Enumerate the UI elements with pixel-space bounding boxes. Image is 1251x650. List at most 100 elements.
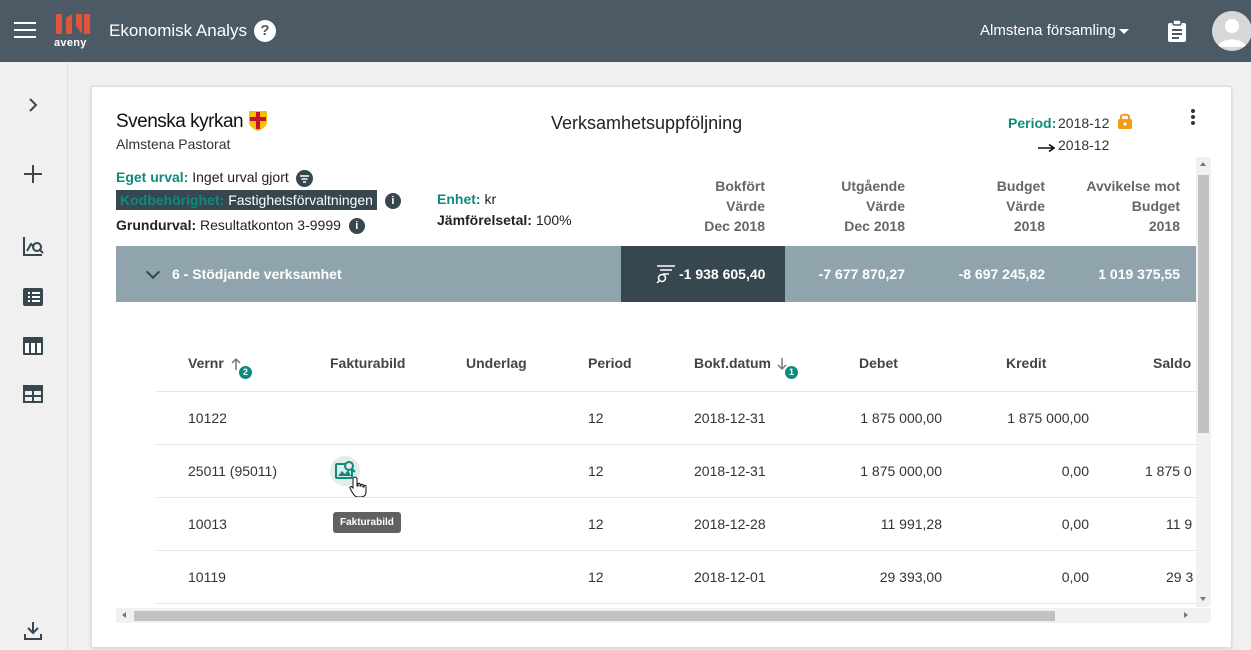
list-button[interactable] [18, 282, 48, 312]
header-line: Avvikelse mot [1086, 178, 1180, 194]
list-icon [23, 288, 43, 306]
cell-vernr[interactable]: 10122 [188, 410, 227, 426]
row-divider [156, 391, 1196, 392]
header-line: Budget [996, 178, 1045, 194]
header-bokfdatum[interactable]: Bokf.datum [694, 355, 771, 371]
group-bokfort-value: -1 938 605,40 [679, 266, 766, 282]
filter-search-icon [656, 265, 675, 284]
plus-icon [24, 165, 42, 183]
header-line: 2018 [1148, 218, 1180, 234]
lock-icon[interactable] [1118, 112, 1132, 129]
header-line: Dec 2018 [844, 218, 905, 234]
eget-urval-label: Eget urval: [116, 169, 189, 185]
clipboard-icon[interactable] [1167, 20, 1187, 42]
header-vernr[interactable]: Vernr [188, 355, 224, 371]
report-card: Svenska kyrkan Almstena Pastorat Verksam… [91, 86, 1232, 648]
sub-organization: Almstena Pastorat [116, 136, 231, 152]
enhet-value: kr [484, 191, 497, 207]
hand-cursor-icon [349, 476, 367, 498]
church-emblem-icon [249, 111, 267, 131]
grundurval-value: Resultatkonton 3-9999 [200, 217, 341, 233]
cell-debet: 29 393,00 [879, 569, 942, 585]
table-button[interactable] [18, 331, 48, 361]
group-budget-value: -8 697 245,82 [958, 266, 1045, 282]
header-debet[interactable]: Debet [859, 355, 898, 371]
header-line: Värde [866, 198, 905, 214]
eget-urval: Eget urval: Inget urval gjort [116, 169, 313, 187]
more-options-icon[interactable] [1191, 109, 1195, 125]
grundurval: Grundurval: Resultatkonton 3-9999 i [116, 217, 365, 235]
kodbehorighet-value: Fastighetsförvaltningen [228, 190, 377, 210]
help-icon[interactable]: ? [254, 20, 276, 42]
arrow-right-icon [1038, 144, 1056, 152]
group-avvikelse-value: 1 019 375,55 [1098, 266, 1180, 282]
cell-vernr[interactable]: 10119 [188, 569, 226, 585]
header-fakturabild[interactable]: Fakturabild [330, 355, 405, 371]
period-from: 2018-12 [1058, 115, 1110, 131]
logo-text: aveny [54, 37, 87, 49]
add-button[interactable] [18, 159, 48, 189]
grid-table-icon [23, 385, 43, 403]
sort-order-badge: 1 [785, 366, 798, 379]
header-underlag[interactable]: Underlag [466, 355, 527, 371]
enhet: Enhet: kr [437, 191, 496, 207]
row-divider [156, 497, 1196, 498]
vertical-scroll-thumb[interactable] [1198, 175, 1209, 433]
vertical-scrollbar[interactable] [1196, 157, 1211, 607]
group-bokfort-cell[interactable]: -1 938 605,40 [621, 246, 785, 302]
scroll-up-icon[interactable] [1200, 162, 1206, 166]
cell-vernr[interactable]: 10013 [188, 516, 227, 532]
expand-rail-button[interactable] [18, 90, 48, 120]
header-kredit[interactable]: Kredit [1006, 355, 1046, 371]
info-icon[interactable]: i [384, 193, 401, 210]
cell-saldo: 29 3 [1166, 569, 1194, 585]
header-period[interactable]: Period [588, 355, 632, 371]
header-line: Värde [726, 198, 765, 214]
sort-order-badge: 2 [239, 366, 252, 379]
cell-datum: 2018-12-31 [694, 463, 766, 479]
table-icon [23, 337, 43, 355]
avatar[interactable] [1212, 11, 1251, 51]
column-header-budget[interactable]: Budget Värde 2018 [945, 176, 1045, 236]
header-saldo[interactable]: Saldo [1153, 355, 1191, 371]
analytics-icon [23, 237, 44, 256]
cell-period: 12 [588, 410, 604, 426]
chevron-right-icon [29, 98, 38, 112]
scroll-right-icon[interactable] [1184, 612, 1188, 618]
menu-icon[interactable] [14, 22, 36, 40]
cell-period: 12 [588, 569, 604, 585]
top-app-bar: aveny Ekonomisk Analys ? Almstena försam… [0, 0, 1251, 62]
horizontal-scrollbar[interactable] [116, 608, 1211, 623]
download-button[interactable] [18, 616, 48, 646]
jamforelsetal-value: 100% [535, 212, 572, 228]
period-to: 2018-12 [1058, 137, 1110, 153]
org-selector[interactable]: Almstena församling [980, 22, 1116, 39]
chevron-down-icon[interactable] [145, 264, 161, 280]
horizontal-scroll-thumb[interactable] [134, 611, 1055, 621]
tooltip: Fakturabild [333, 512, 401, 533]
header-line: Dec 2018 [704, 218, 765, 234]
jamforelsetal-label: Jämförelsetal: [437, 212, 532, 228]
column-header-utgaende[interactable]: Utgående Värde Dec 2018 [805, 176, 905, 236]
kodbehorighet-label: Kodbehörighet: [116, 190, 229, 210]
scroll-left-icon[interactable] [122, 612, 126, 618]
download-icon [24, 622, 42, 640]
cell-datum: 2018-12-01 [694, 569, 766, 585]
period-label: Period: [1008, 115, 1057, 131]
caret-down-icon[interactable] [1119, 29, 1129, 34]
cell-datum: 2018-12-31 [694, 410, 766, 426]
row-divider [156, 603, 1196, 604]
group-row[interactable]: 6 - Stödjande verksamhet -1 938 605,40 -… [116, 246, 1196, 302]
grid-table-button[interactable] [18, 379, 48, 409]
grundurval-label: Grundurval: [116, 217, 197, 233]
column-header-bokfort[interactable]: Bokfört Värde Dec 2018 [665, 176, 765, 236]
analytics-button[interactable] [18, 231, 48, 261]
cell-vernr[interactable]: 25011 (95011) [188, 463, 277, 479]
filter-icon[interactable] [295, 169, 313, 187]
kodbehorighet: Kodbehörighet: Fastighetsförvaltningen i [116, 190, 401, 210]
column-header-avvikelse[interactable]: Avvikelse mot Budget 2018 [1070, 176, 1180, 236]
info-icon[interactable]: i [348, 218, 365, 235]
cell-period: 12 [588, 463, 604, 479]
scroll-down-icon[interactable] [1200, 597, 1206, 601]
person-icon [1218, 19, 1246, 47]
